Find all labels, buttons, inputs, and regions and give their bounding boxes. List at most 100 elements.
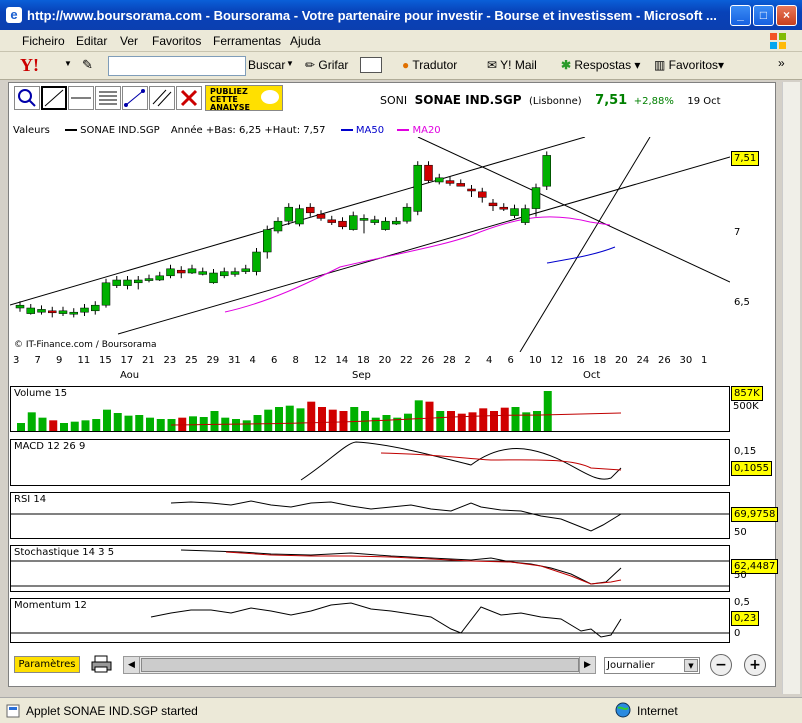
volume-bar [38,417,47,431]
menu-ferramentas[interactable]: Ferramentas [213,34,281,48]
macd-panel: MACD 12 26 9 [10,439,730,486]
layout-icon[interactable] [360,57,382,73]
volume-bar [242,420,251,431]
x-tick-label: 4 [249,355,256,366]
candle [37,309,46,313]
volume-bar [318,407,326,431]
chart-scrollbar[interactable]: ◀ ▶ [123,656,596,674]
volume-bar [199,417,208,431]
x-tick-label: 16 [572,355,585,366]
momentum-tick-0: 0 [734,628,741,639]
minimize-button[interactable]: _ [730,5,751,26]
last-price-box: 7,51 [731,151,760,166]
menu-editar[interactable]: Editar [76,34,107,48]
scroll-thumb[interactable] [141,658,579,672]
volume-bar [103,409,111,431]
delete-drawing-icon[interactable] [176,86,202,110]
x-tick-label: 12 [550,355,564,366]
maximize-button[interactable]: □ [753,5,774,26]
search-input[interactable] [108,56,246,76]
x-tick-label: 20 [615,355,628,366]
mail-button[interactable]: ✉ Y! Mail [487,58,537,72]
menu-favoritos[interactable]: Favoritos [152,34,201,48]
y-tick-7: 7 [734,227,741,238]
x-tick-label: 28 [443,355,456,366]
volume-bar [339,411,348,431]
status-bar: Applet SONAE IND.SGP started Internet [0,697,802,723]
window-title-bar[interactable]: e http://www.boursorama.com - Boursorama… [0,0,802,30]
favorites-button[interactable]: ▥ Favoritos▾ [654,58,724,72]
answers-icon: ✱ [561,58,575,72]
volume-bar [533,411,541,431]
channel-tool-icon[interactable] [122,86,148,110]
bookmark-icon: ▥ [654,58,669,72]
menu-ajuda[interactable]: Ajuda [290,34,321,48]
candle [316,213,326,219]
trendline-tool-icon[interactable] [41,86,67,110]
quote-market: (Lisbonne) [529,96,582,107]
volume-bar [49,420,58,431]
parameters-button[interactable]: Paramètres [14,656,80,673]
x-tick-label: 15 [99,355,112,366]
candle [144,278,154,281]
answers-label: Respostas [574,58,632,72]
volume-bar [253,415,262,431]
x-tick-label: 22 [400,355,413,366]
search-button[interactable]: Buscar [248,58,285,72]
chevron-down-icon[interactable]: ▼ [684,659,698,672]
x-tick-label: 3 [13,355,20,366]
fibonacci-tool-icon[interactable] [95,86,121,110]
x-tick-label: 8 [292,355,299,366]
candle [252,251,261,272]
answers-button[interactable]: ✱ Respostas ▾ [561,58,640,72]
price-chart[interactable] [10,137,730,352]
volume-bar [511,407,520,431]
page-scrollbar[interactable] [782,82,800,694]
translator-button[interactable]: ● Tradutor [402,58,457,72]
publish-analysis-button[interactable]: PUBLIEZ CETTE ANALYSE [205,85,283,112]
x-tick-label: 25 [185,355,198,366]
chevron-down-icon[interactable]: ▼ [286,59,294,68]
highlight-button[interactable]: ✏ Grifar [305,58,348,72]
menu-ficheiro[interactable]: Ficheiro [22,34,65,48]
rsi-panel: RSI 14 [10,492,730,539]
zoom-out-icon[interactable]: − [710,654,732,676]
parallel-lines-tool-icon[interactable] [149,86,175,110]
windows-logo-icon [768,31,788,51]
x-tick-label: 1 [701,355,708,366]
x-tick-label: 12 [314,355,327,366]
candle [295,208,304,225]
scroll-right-icon[interactable]: ▶ [579,657,595,673]
volume-bar [232,419,240,431]
scroll-left-icon[interactable]: ◀ [124,657,140,673]
volume-bar [156,419,165,431]
candle [26,307,35,314]
y-tick-6-5: 6,5 [734,297,750,308]
toolbar-overflow-icon[interactable]: » [778,56,785,70]
candle [241,268,250,272]
volume-bar [328,409,337,431]
volume-bar [447,411,455,431]
month-label: Aou [120,370,140,381]
x-tick-label: 31 [228,355,241,366]
highlighter-icon: ✏ [305,58,319,72]
candle [58,310,68,314]
candle [123,279,132,286]
period-select[interactable]: Journalier ▼ [604,657,700,674]
horizontal-line-tool-icon[interactable] [68,86,94,110]
volume-bar [178,417,187,431]
chevron-down-icon[interactable]: ▼ [64,59,72,68]
candle [392,220,401,225]
yahoo-logo-icon[interactable]: Y! [20,55,39,76]
volume-bar [371,417,380,431]
printer-icon[interactable] [90,654,114,674]
close-button[interactable]: × [776,5,797,26]
pencil-icon[interactable]: ✎ [82,57,93,73]
menu-ver[interactable]: Ver [120,34,138,48]
zoom-tool-icon[interactable] [14,86,40,110]
x-tick-label: 4 [486,355,493,366]
volume-bar [382,415,391,431]
candle [467,188,476,192]
zoom-in-icon[interactable]: + [744,654,766,676]
candle [521,208,530,223]
